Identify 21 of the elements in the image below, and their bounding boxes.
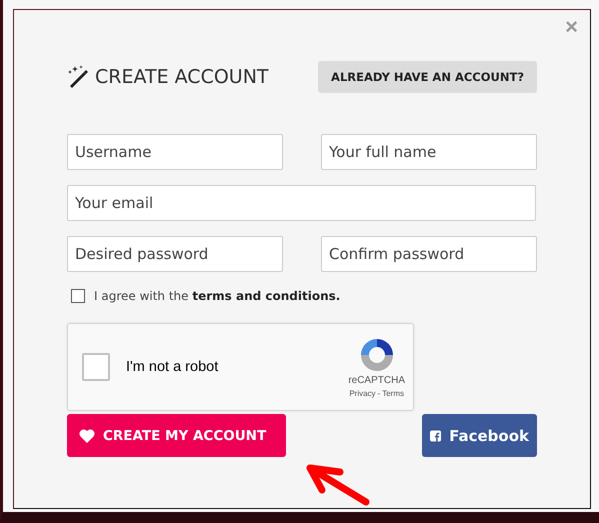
facebook-button[interactable]: Facebook xyxy=(422,414,537,457)
input-field[interactable]: Your full name xyxy=(321,134,537,170)
create-account-button[interactable]: CREATE MY ACCOUNT xyxy=(67,414,286,457)
terms-link[interactable]: Terms xyxy=(382,388,404,398)
input-field[interactable]: Username xyxy=(67,134,283,170)
captcha-label: I'm not a robot xyxy=(126,359,220,375)
recaptcha-logo-icon xyxy=(358,336,395,372)
separator: - xyxy=(378,388,380,398)
input-field[interactable]: Confirm password xyxy=(321,236,537,272)
login-button[interactable]: ALREADY HAVE AN ACCOUNT? xyxy=(318,61,537,93)
captcha-checkbox[interactable] xyxy=(82,353,110,381)
input-field[interactable]: Desired password xyxy=(67,236,283,272)
input-field[interactable]: Your email xyxy=(67,185,536,221)
dialog-title: CREATE ACCOUNT xyxy=(95,66,269,88)
privacy-link[interactable]: Privacy xyxy=(349,388,376,398)
recaptcha-brand: reCAPTCHA xyxy=(348,374,405,386)
checkbox[interactable] xyxy=(71,289,85,303)
terms-label: I agree with the terms and conditions. xyxy=(94,289,340,303)
facebook-icon xyxy=(430,428,442,444)
magic-wand-icon xyxy=(67,65,91,89)
heart-icon xyxy=(79,428,95,442)
